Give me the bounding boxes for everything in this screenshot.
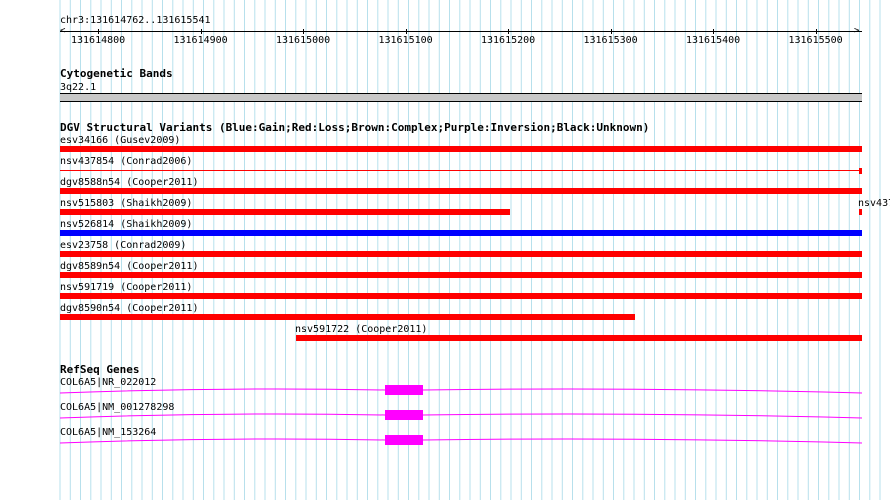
cytoband-label: 3q22.1 — [60, 82, 97, 93]
dgv-item-label[interactable]: nsv591719 (Cooper2011) — [60, 282, 192, 293]
ruler-tick — [815, 29, 817, 34]
dgv-item-label[interactable]: dgv8590n54 (Cooper2011) — [60, 303, 198, 314]
ruler-tick — [508, 29, 509, 34]
dgv-feature-bar[interactable] — [60, 251, 862, 257]
dgv-overflow-label[interactable]: nsv437 — [858, 198, 890, 209]
ruler-line — [60, 31, 862, 32]
ruler-tick-label: 131615300 — [583, 35, 638, 46]
dgv-item-label[interactable]: dgv8589n54 (Cooper2011) — [60, 261, 198, 272]
dgv-feature-bar[interactable] — [859, 168, 862, 174]
dgv-item-label[interactable]: nsv515803 (Shaikh2009) — [60, 198, 192, 209]
dgv-feature-bar[interactable] — [60, 188, 862, 194]
ruler-tick — [303, 29, 304, 34]
dgv-item-label[interactable]: esv23758 (Conrad2009) — [60, 240, 186, 251]
cytoband-bar[interactable] — [60, 93, 862, 102]
dgv-feature-bar[interactable] — [60, 209, 510, 215]
dgv-feature-bar[interactable] — [60, 230, 862, 236]
dgv-feature-bar[interactable] — [60, 146, 862, 152]
dgv-feature-bar[interactable] — [296, 335, 862, 341]
coordinates-label[interactable]: chr3:131614762..131615541 — [60, 15, 211, 26]
ruler-tick — [405, 29, 407, 34]
dgv-item-label[interactable]: nsv591722 (Cooper2011) — [295, 324, 427, 335]
gene-label[interactable]: COL6A5|NM_001278298 — [60, 402, 174, 413]
ruler-tick — [98, 29, 99, 34]
gene-label[interactable]: COL6A5|NR_022012 — [60, 377, 156, 388]
ruler-tick-label: 131615500 — [788, 35, 843, 46]
ruler-left-arrow: < — [60, 26, 66, 36]
dgv-item-label[interactable]: esv34166 (Gusev2009) — [60, 135, 180, 146]
ruler-tick-label: 131615100 — [378, 35, 433, 46]
ruler-tick-label: 131615200 — [481, 35, 536, 46]
ruler-right-arrow: > — [854, 26, 860, 36]
dgv-feature-bar[interactable] — [60, 314, 635, 320]
refseq-track-title[interactable]: RefSeq Genes — [60, 364, 139, 376]
dgv-feature-bar[interactable] — [859, 209, 862, 215]
ruler-tick-label: 131615000 — [276, 35, 331, 46]
ruler-tick-label: 131615400 — [686, 35, 741, 46]
dgv-item-label[interactable]: nsv437854 (Conrad2006) — [60, 156, 192, 167]
dgv-feature-bar[interactable] — [60, 293, 862, 299]
ruler-tick — [200, 29, 202, 34]
dgv-feature-line[interactable] — [60, 170, 860, 171]
ruler-tick — [610, 29, 612, 34]
dgv-item-label[interactable]: dgv8588n54 (Cooper2011) — [60, 177, 198, 188]
dgv-track-title[interactable]: DGV Structural Variants (Blue:Gain;Red:L… — [60, 122, 649, 134]
dgv-item-label[interactable]: nsv526814 (Shaikh2009) — [60, 219, 192, 230]
dgv-feature-bar[interactable] — [60, 272, 862, 278]
ruler-tick-label: 131614900 — [173, 35, 228, 46]
gene-label[interactable]: COL6A5|NM_153264 — [60, 427, 156, 438]
ruler-tick — [713, 29, 714, 34]
ruler-tick-label: 131614800 — [71, 35, 126, 46]
cytoband-track-title[interactable]: Cytogenetic Bands — [60, 68, 173, 80]
